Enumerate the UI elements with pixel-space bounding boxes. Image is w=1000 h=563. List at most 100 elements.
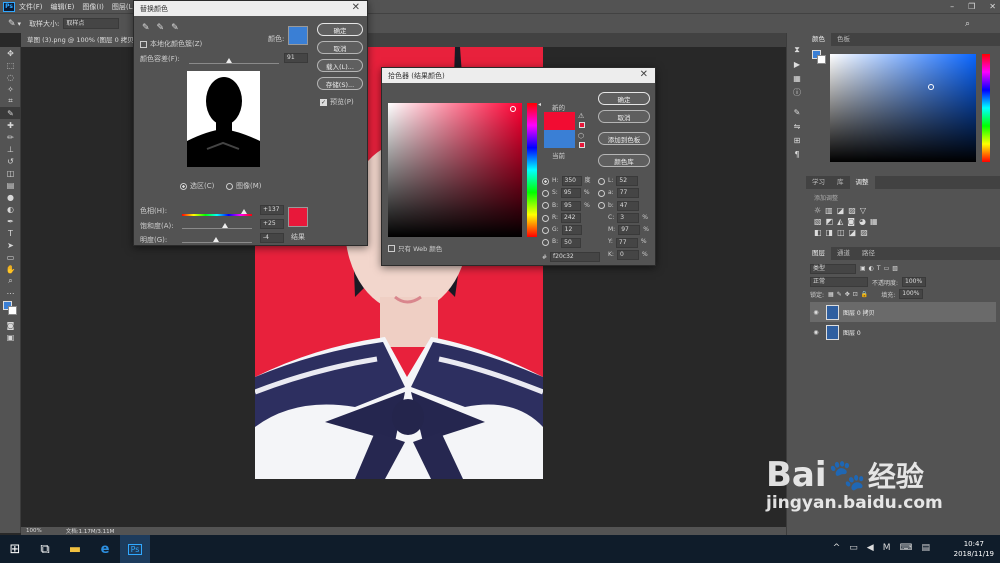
lock-icons[interactable]: ▦✎✥⊡🔒 bbox=[828, 291, 871, 298]
r-input[interactable]: 242 bbox=[561, 213, 582, 224]
opacity-value[interactable]: 100% bbox=[902, 277, 927, 287]
menu-file[interactable]: 文件(F) bbox=[19, 2, 43, 12]
properties-icon[interactable]: ▦ bbox=[787, 71, 807, 85]
search-icon[interactable]: ⌕ bbox=[965, 19, 970, 29]
save-button[interactable]: 存储(S)... bbox=[317, 77, 363, 90]
color-libraries-button[interactable]: 颜色库 bbox=[598, 154, 650, 167]
a-input[interactable]: 77 bbox=[616, 188, 639, 199]
chevron-up-icon[interactable]: ^ bbox=[833, 543, 841, 553]
saturation-brightness-field[interactable] bbox=[388, 103, 522, 237]
healing-tool-icon[interactable]: ✚ bbox=[0, 119, 21, 131]
lightness-input[interactable]: -4 bbox=[260, 233, 284, 243]
layer-filter-icons[interactable]: ▣◐T▭▧ bbox=[860, 265, 901, 272]
lab-b-radio[interactable] bbox=[598, 202, 605, 210]
s-input[interactable]: 95 bbox=[560, 188, 581, 199]
selected-color-swatch[interactable] bbox=[288, 26, 308, 45]
eyedropper-icon[interactable]: ✎ bbox=[8, 19, 16, 29]
adjust-icon[interactable]: ⇋ bbox=[787, 119, 807, 133]
clock[interactable]: 10:47 2018/11/19 bbox=[954, 539, 994, 559]
tab-libraries[interactable]: 库 bbox=[831, 176, 850, 189]
ok-button[interactable]: 确定 bbox=[317, 23, 363, 36]
blue-input[interactable]: 50 bbox=[561, 237, 582, 248]
fuzziness-input[interactable]: 91 bbox=[284, 53, 308, 63]
add-to-swatches-button[interactable]: 添加到色板 bbox=[598, 132, 650, 145]
quick-select-icon[interactable]: ✧ bbox=[0, 83, 21, 95]
restore-icon[interactable]: ❐ bbox=[968, 2, 975, 11]
fuzziness-slider[interactable] bbox=[189, 63, 279, 64]
web-cube-icon[interactable]: ⬡ bbox=[578, 132, 584, 140]
tab-swatches[interactable]: 色板 bbox=[831, 33, 856, 46]
photoshop-taskbar-icon[interactable]: Ps bbox=[120, 535, 150, 563]
zoom-level[interactable]: 100% bbox=[26, 528, 42, 534]
menu-layer[interactable]: 图层(L) bbox=[112, 2, 135, 12]
play-icon[interactable]: ▶ bbox=[787, 57, 807, 71]
task-view-icon[interactable]: ⧉ bbox=[30, 535, 60, 563]
layer-name[interactable]: 图层 0 bbox=[843, 328, 861, 337]
sample-size-select[interactable]: 取样点 bbox=[63, 18, 120, 29]
history-brush-icon[interactable]: ↺ bbox=[0, 155, 21, 167]
menu-image[interactable]: 图像(I) bbox=[82, 2, 104, 12]
eyedropper-tool-icon[interactable]: ✎ bbox=[0, 107, 21, 119]
brush-tool-icon[interactable]: ✏ bbox=[0, 131, 21, 143]
load-button[interactable]: 载入(L)... bbox=[317, 59, 363, 72]
hex-input[interactable]: f20c32 bbox=[550, 252, 601, 262]
selection-radio-row[interactable]: 选区(C) bbox=[180, 181, 214, 191]
character-icon[interactable]: ¶ bbox=[787, 147, 807, 161]
keyboard-icon[interactable]: ⌨ bbox=[899, 543, 912, 553]
preview-checkbox[interactable]: ✓ bbox=[320, 98, 327, 106]
quick-mask-icon[interactable]: ◙ bbox=[0, 319, 21, 331]
marquee-tool-icon[interactable]: ⬚ bbox=[0, 59, 21, 71]
close-icon[interactable]: ✕ bbox=[989, 2, 996, 11]
file-explorer-icon[interactable]: ▬ bbox=[60, 535, 90, 563]
tab-color[interactable]: 颜色 bbox=[806, 33, 831, 46]
eraser-tool-icon[interactable]: ◫ bbox=[0, 167, 21, 179]
cancel-button[interactable]: 取消 bbox=[598, 110, 650, 123]
cancel-button[interactable]: 取消 bbox=[317, 41, 363, 54]
saturation-input[interactable]: +25 bbox=[260, 219, 284, 229]
notification-icon[interactable]: ▤ bbox=[921, 543, 930, 553]
path-select-icon[interactable]: ➤ bbox=[0, 239, 21, 251]
adjust-icons-row-1[interactable]: ☼▥◪▨▽ bbox=[814, 206, 992, 215]
tab-learn[interactable]: 学习 bbox=[806, 176, 831, 189]
background-color[interactable] bbox=[8, 306, 17, 315]
gamut-warning-icon[interactable]: ⚠ bbox=[578, 112, 584, 120]
localized-checkbox[interactable] bbox=[140, 40, 147, 48]
g-input[interactable]: 12 bbox=[561, 225, 582, 236]
blue-radio[interactable] bbox=[542, 239, 549, 247]
k-input[interactable]: 0 bbox=[616, 249, 639, 260]
info-icon[interactable]: ⓘ bbox=[787, 85, 807, 99]
visibility-eye-icon[interactable]: ◉ bbox=[810, 309, 822, 316]
image-radio[interactable] bbox=[226, 182, 233, 190]
web-swatch[interactable] bbox=[579, 142, 585, 148]
type-tool-icon[interactable]: T bbox=[0, 227, 21, 239]
stamp-tool-icon[interactable]: ⊥ bbox=[0, 143, 21, 155]
panel-background-swatch[interactable] bbox=[817, 55, 826, 64]
color-swatches[interactable] bbox=[0, 299, 20, 319]
close-icon[interactable]: ✕ bbox=[352, 2, 360, 13]
fill-value[interactable]: 100% bbox=[899, 289, 924, 299]
saturation-slider[interactable] bbox=[182, 228, 252, 229]
lightness-thumb[interactable] bbox=[213, 237, 219, 242]
blend-mode-select[interactable]: 正常 bbox=[810, 277, 868, 287]
hue-arrow-icon[interactable]: ◂ bbox=[538, 101, 541, 108]
hue-thumb[interactable] bbox=[241, 209, 247, 214]
close-icon[interactable]: ✕ bbox=[640, 69, 648, 80]
a-radio[interactable] bbox=[598, 189, 605, 197]
network-icon[interactable]: ▭ bbox=[849, 543, 858, 553]
screen-mode-icon[interactable]: ▣ bbox=[0, 331, 21, 343]
g-radio[interactable] bbox=[542, 226, 549, 234]
clone-source-icon[interactable]: ⊞ bbox=[787, 133, 807, 147]
more-tools-icon[interactable]: ⋯ bbox=[0, 287, 21, 299]
tab-paths[interactable]: 路径 bbox=[856, 247, 881, 260]
localized-clusters-row[interactable]: 本地化颜色簇(Z) bbox=[140, 39, 202, 49]
lasso-tool-icon[interactable]: ◌ bbox=[0, 71, 21, 83]
tab-channels[interactable]: 通道 bbox=[831, 247, 856, 260]
hue-strip[interactable] bbox=[527, 103, 537, 237]
web-only-row[interactable]: 只有 Web 颜色 bbox=[388, 243, 442, 253]
hue-slider[interactable] bbox=[982, 54, 990, 162]
move-tool-icon[interactable]: ✥ bbox=[0, 47, 21, 59]
picker-cursor[interactable] bbox=[510, 106, 516, 112]
saturation-thumb[interactable] bbox=[222, 223, 228, 228]
image-radio-row[interactable]: 图像(M) bbox=[226, 181, 262, 191]
l-input[interactable]: 52 bbox=[616, 176, 639, 187]
